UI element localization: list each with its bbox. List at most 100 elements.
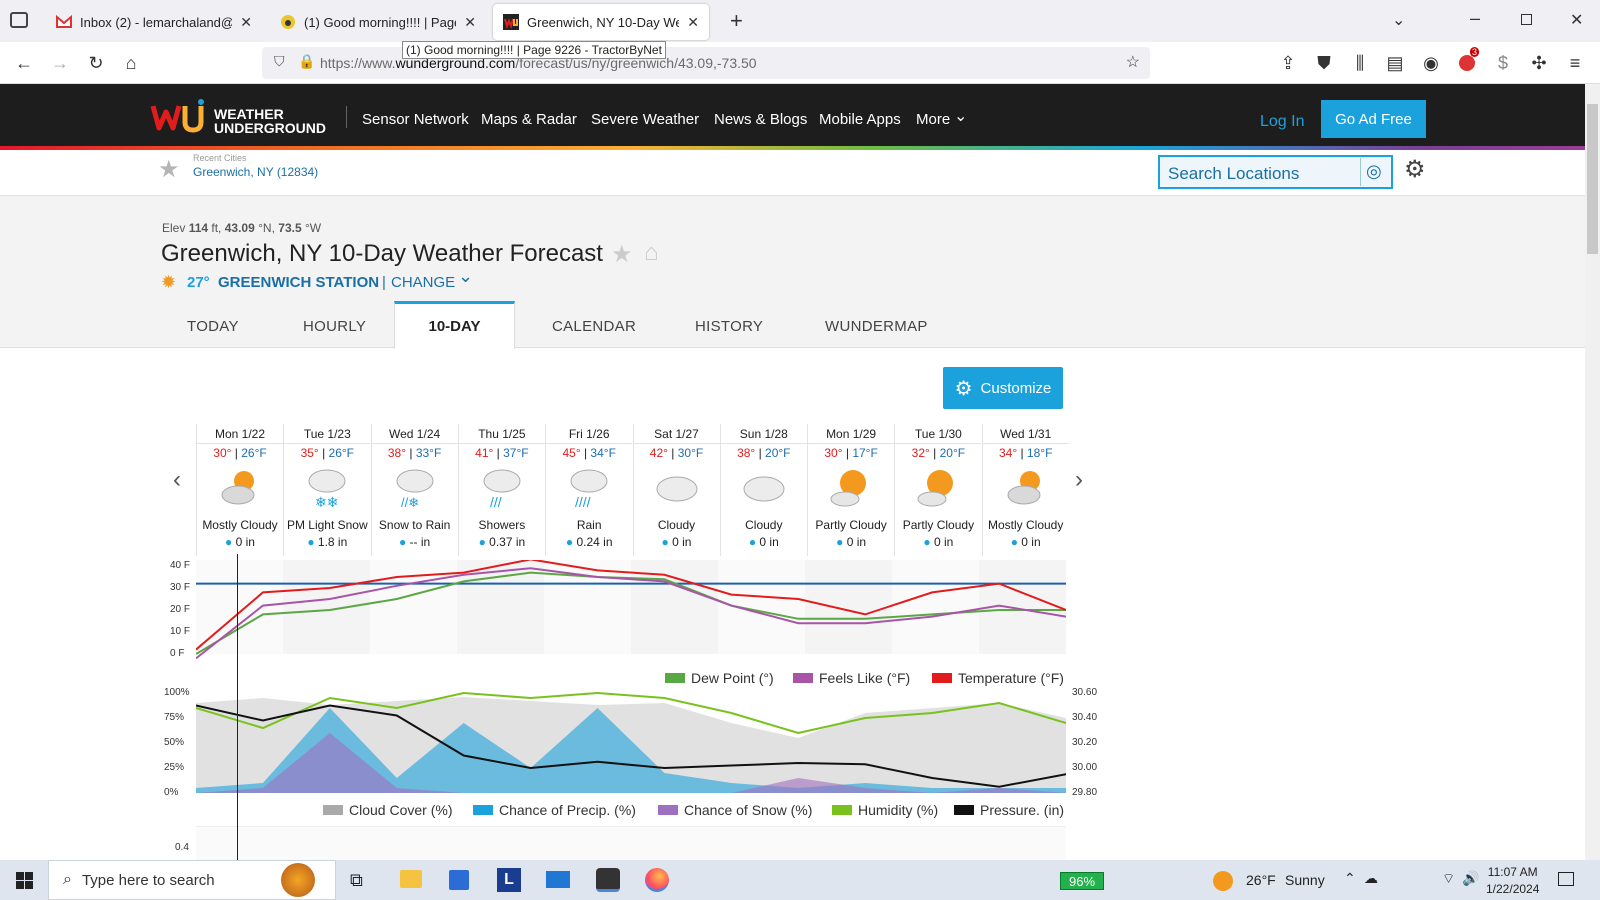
y-tick-label: 50% — [164, 737, 185, 748]
nav-severe-weather[interactable]: Severe Weather — [591, 111, 699, 128]
mail-icon[interactable] — [546, 871, 570, 888]
forecast-day[interactable]: Mon 1/22 30° | 26°F Mostly Cloudy ● 0 in — [196, 424, 283, 556]
cloud-tray-icon[interactable]: ☁ — [1364, 870, 1378, 887]
clock[interactable]: 11:07 AM 1/22/2024 — [1486, 864, 1539, 898]
l-app-icon[interactable]: L — [497, 868, 521, 892]
list-all-tabs-icon[interactable]: ⌄ — [1392, 10, 1405, 30]
login-link[interactable]: Log In — [1260, 113, 1304, 131]
tab-wunderground[interactable]: Greenwich, NY 10-Day Weather ✕ — [493, 4, 709, 40]
chevron-down-icon[interactable]: ⌄ — [458, 266, 473, 287]
forward-icon[interactable]: → — [47, 50, 73, 76]
library-icon[interactable]: ⫼ — [1347, 50, 1373, 76]
tab-calendar[interactable]: CALENDAR — [552, 318, 636, 335]
recent-cities-label: Recent Cities — [193, 153, 247, 163]
menu-icon[interactable]: ≡ — [1562, 50, 1588, 76]
minimize-button[interactable]: – — [1470, 8, 1480, 29]
precip-drop-icon: ● — [836, 535, 844, 549]
condition-text: Cloudy — [657, 518, 696, 532]
sun-weather-icon[interactable] — [1213, 871, 1233, 891]
forecast-day[interactable]: Tue 1/23 35° | 26°F ❄❄ PM Light Snow ● 1.8 i… — [283, 424, 371, 556]
search-locations-input[interactable]: Search Locations — [1158, 155, 1393, 189]
new-tab-button[interactable]: + — [730, 8, 743, 34]
forecast-day[interactable]: Fri 1/26 45° | 34°F //// Rain ● 0.24 in — [545, 424, 633, 556]
nav-news-blogs[interactable]: News & Blogs — [714, 111, 807, 128]
dollar-extension-icon[interactable]: $ — [1490, 50, 1516, 76]
station-name[interactable]: GREENWICH STATION — [218, 274, 379, 291]
windows-start-icon[interactable] — [16, 872, 33, 889]
forecast-day[interactable]: Tue 1/30 32° | 20°F Partly Cloudy ● 0 in — [894, 424, 982, 556]
search-divider — [1360, 158, 1361, 186]
pocket-save-icon[interactable]: ⇪ — [1275, 50, 1301, 76]
weather-temp[interactable]: 26°F — [1246, 872, 1276, 888]
change-station-link[interactable]: CHANGE — [391, 274, 455, 291]
recent-city-link[interactable]: Greenwich, NY (12834) — [193, 165, 318, 179]
file-explorer-icon[interactable] — [400, 870, 422, 888]
favorite-star-icon[interactable]: ★ — [611, 240, 633, 269]
task-view-icon[interactable]: ⧉ — [350, 870, 363, 891]
nav-sensor-network[interactable]: Sensor Network — [362, 111, 469, 128]
forecast-day[interactable]: Sat 1/27 42° | 30°F Cloudy ● 0 in — [632, 424, 720, 556]
wifi-icon[interactable]: ⌔ — [1442, 870, 1455, 888]
firefox-icon[interactable] — [645, 868, 669, 892]
forecast-day[interactable]: Wed 1/24 38° | 33°F //❄ Snow to Rain ● -- in — [370, 424, 458, 556]
account-icon[interactable]: ◉ — [1418, 50, 1444, 76]
condition-text: Mostly Cloudy — [988, 518, 1064, 532]
pocket-icon[interactable]: ⛊ — [1311, 50, 1337, 76]
forecast-day[interactable]: Wed 1/31 34° | 18°F Mostly Cloudy ● 0 in — [981, 424, 1069, 556]
precip-amount: ● 0 in — [661, 535, 692, 549]
locate-icon[interactable]: ◎ — [1366, 161, 1382, 182]
precip-drop-icon: ● — [748, 535, 757, 549]
home-icon[interactable]: ⌂ — [118, 50, 144, 76]
url-bar[interactable]: ⛉ 🔒 https://www.wunderground.com/forecas… — [262, 47, 1150, 79]
adblock-icon[interactable]: 3 — [1454, 47, 1480, 76]
nav-mobile-apps[interactable]: Mobile Apps — [819, 111, 901, 128]
chevron-up-icon[interactable]: ⌃ — [1344, 870, 1356, 887]
taskbar-search[interactable]: ⌕ Type here to search — [48, 860, 336, 900]
close-window-button[interactable]: ✕ — [1570, 10, 1583, 30]
tab-hourly[interactable]: HOURLY — [303, 318, 366, 335]
bookmark-star-icon[interactable]: ☆ — [1126, 52, 1140, 72]
settings-gear-icon[interactable]: ⚙ — [1404, 155, 1426, 184]
close-icon[interactable]: ✕ — [240, 14, 252, 31]
tab-history[interactable]: HISTORY — [695, 318, 763, 335]
close-icon[interactable]: ✕ — [687, 14, 699, 31]
weather-desc[interactable]: Sunny — [1285, 872, 1325, 888]
scrollbar-thumb[interactable] — [1587, 104, 1598, 254]
restore-button[interactable] — [1521, 14, 1532, 25]
nav-maps-radar[interactable]: Maps & Radar — [481, 111, 577, 128]
close-icon[interactable]: ✕ — [464, 14, 476, 31]
tab-overview-icon[interactable] — [10, 12, 28, 28]
home-set-icon[interactable]: ⌂ — [644, 239, 659, 267]
notifications-icon[interactable] — [1558, 872, 1574, 886]
low-temp: 37°F — [503, 446, 529, 460]
go-ad-free-button[interactable]: Go Ad Free — [1321, 100, 1426, 138]
battery-indicator[interactable]: 96% — [1060, 872, 1104, 890]
reload-icon[interactable]: ↻ — [83, 50, 109, 76]
tab-tractorbynet[interactable]: (1) Good morning!!!! | Page 922 ✕ — [270, 4, 486, 40]
logo-text[interactable]: WEATHER UNDERGROUND — [214, 107, 326, 135]
tab-wundermap[interactable]: WUNDERMAP — [825, 318, 928, 335]
store-icon[interactable] — [449, 870, 469, 890]
high-temp: 45° — [562, 446, 581, 460]
prev-arrow-icon[interactable]: ‹ — [173, 466, 181, 494]
star-icon[interactable]: ★ — [158, 155, 180, 184]
forecast-day[interactable]: Sun 1/28 38° | 20°F Cloudy ● 0 in — [719, 424, 807, 556]
camera-app-icon[interactable] — [596, 868, 620, 892]
nav-more[interactable]: More — [916, 111, 950, 128]
forecast-day[interactable]: Mon 1/29 30° | 17°F Partly Cloudy ● 0 in — [807, 424, 895, 556]
extensions-icon[interactable]: ✣ — [1526, 50, 1552, 76]
volume-icon[interactable]: 🔊 — [1462, 870, 1479, 887]
page-scrollbar[interactable] — [1585, 84, 1600, 860]
tab-gmail[interactable]: Inbox (2) - lemarchaland@gma ✕ — [46, 4, 262, 40]
wu-logo-icon[interactable] — [150, 98, 210, 134]
tab-10-day[interactable]: 10-DAY — [394, 301, 515, 349]
sunny-small-icon: ✹ — [161, 272, 177, 292]
chevron-down-icon[interactable]: ⌄ — [954, 106, 967, 126]
shield-icon[interactable]: ⛉ — [274, 53, 285, 70]
forecast-day[interactable]: Thu 1/25 41° | 37°F /// Showers ● 0.37 in — [457, 424, 545, 556]
customize-button[interactable]: ⚙ Customize — [943, 367, 1063, 409]
tab-today[interactable]: TODAY — [187, 318, 239, 335]
reader-sidebar-icon[interactable]: ▤ — [1382, 50, 1408, 76]
back-icon[interactable]: ← — [11, 50, 37, 76]
next-arrow-icon[interactable]: › — [1075, 466, 1083, 494]
